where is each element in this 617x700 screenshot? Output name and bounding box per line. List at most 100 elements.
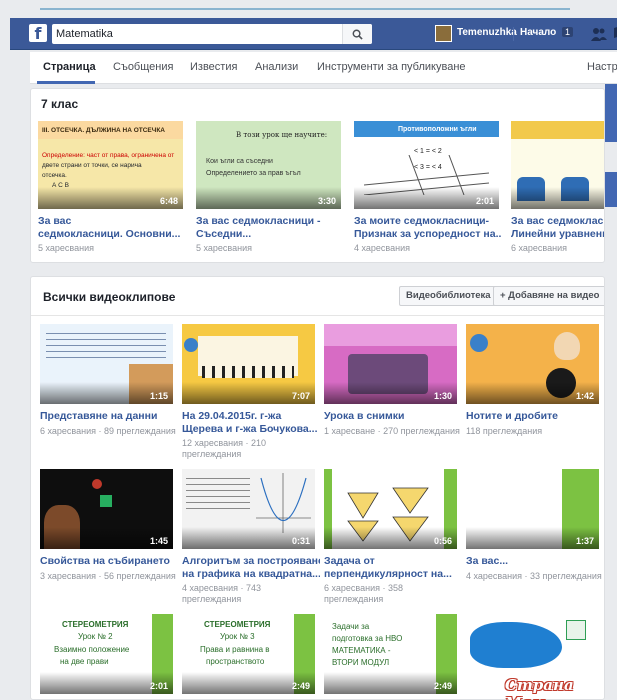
- video-item[interactable]: 7:07 На 29.04.2015г. г-жа Щерева и г-жа …: [182, 324, 318, 459]
- video-title[interactable]: За вас седмокласни: [511, 215, 604, 228]
- tab-notifications[interactable]: Известия: [190, 61, 237, 73]
- video-duration: 1:30: [433, 391, 452, 401]
- video-item[interactable]: СТЕРЕОМЕТРИЯ Урок № 2 Взаимно положение …: [40, 614, 173, 694]
- video-stats: преглеждания: [324, 594, 384, 604]
- watermark: Страна Мам: [505, 676, 574, 700]
- video-duration: 3:30: [317, 196, 336, 206]
- thumb-line: отсечка.: [42, 172, 67, 179]
- user-avatar[interactable]: [435, 25, 452, 42]
- playlist-video[interactable]: III. ОТСЕЧКА. ДЪЛЖИНА НА ОТСЕЧКА Определ…: [38, 121, 183, 256]
- video-thumbnail[interactable]: [511, 121, 604, 209]
- video-thumbnail[interactable]: 1:37: [466, 469, 599, 549]
- video-title[interactable]: Съседни...: [196, 228, 344, 241]
- user-name-link[interactable]: Temenuzhka: [457, 27, 517, 38]
- thumb-line: на две прави: [60, 657, 109, 666]
- playlist-video[interactable]: В този урок ще научите: Кои ъгли са съсе…: [196, 121, 341, 256]
- facebook-logo-icon[interactable]: f: [29, 24, 47, 43]
- video-thumbnail[interactable]: Противоположни ъгли < 1 = < 2 < 3 = < 4 …: [354, 121, 499, 209]
- video-item[interactable]: 1:15 Представяне на данни 6 харесвания ·…: [40, 324, 176, 442]
- thumb-curtain: [324, 324, 457, 346]
- video-title[interactable]: Свойства на събирането: [40, 555, 180, 568]
- video-thumbnail[interactable]: 1:42: [466, 324, 599, 404]
- video-title[interactable]: За вас седмокласници -: [196, 215, 344, 228]
- video-stats: преглеждания: [182, 449, 242, 459]
- video-title[interactable]: Урока в снимки: [324, 410, 464, 423]
- video-thumbnail[interactable]: 1:15: [40, 324, 173, 404]
- search-icon: [352, 29, 363, 40]
- tab-page[interactable]: Страница: [43, 61, 96, 73]
- video-title[interactable]: На 29.04.2015г. г-жа: [182, 410, 320, 423]
- video-title[interactable]: на графика на квадратна...: [182, 568, 320, 581]
- playlist-title[interactable]: 7 клас: [41, 97, 78, 111]
- video-thumbnail[interactable]: В този урок ще научите: Кои ъгли са съсе…: [196, 121, 341, 209]
- video-title[interactable]: Признак за успоредност на...: [354, 228, 502, 241]
- video-library-button[interactable]: Видеобиблиотека: [399, 286, 498, 306]
- video-title[interactable]: Алгоритъм за построяване: [182, 555, 320, 568]
- video-title[interactable]: Линейни уравнения: [511, 228, 604, 241]
- video-item[interactable]: 0:31 Алгоритъм за построяване на графика…: [182, 469, 320, 604]
- video-thumbnail[interactable]: СТЕРЕОМЕТРИЯ Урок № 3 Права и равнина в …: [182, 614, 315, 694]
- video-item[interactable]: 0:56 Задача от перпендикулярност на... 6…: [324, 469, 457, 604]
- video-title[interactable]: седмокласници. Основни...: [38, 228, 186, 241]
- video-item[interactable]: 1:42 Нотите и дробите 118 преглеждания: [466, 324, 599, 442]
- video-thumbnail[interactable]: 1:45: [40, 469, 173, 549]
- video-title[interactable]: Задача от: [324, 555, 462, 568]
- video-duration: 6:48: [159, 196, 178, 206]
- video-thumbnail[interactable]: 7:07: [182, 324, 315, 404]
- video-item[interactable]: 1:30 Урока в снимки 1 харесване · 270 пр…: [324, 324, 460, 442]
- home-count-badge: 1: [562, 27, 574, 37]
- video-stats: 3 харесвания · 56 преглеждания: [40, 571, 176, 581]
- thumb-shade: [511, 187, 604, 209]
- thumb-line: МАТЕМАТИКА -: [332, 646, 391, 655]
- video-thumbnail[interactable]: Задачи за подготовка за НВО МАТЕМАТИКА -…: [324, 614, 457, 694]
- search-box[interactable]: [52, 24, 372, 44]
- thumb-logo: [566, 620, 586, 640]
- video-duration: 0:56: [433, 536, 452, 546]
- video-duration: 1:45: [149, 536, 168, 546]
- thumb-notes: [202, 366, 294, 378]
- video-item[interactable]: Задачи за подготовка за НВО МАТЕМАТИКА -…: [324, 614, 457, 694]
- home-link[interactable]: Начало: [520, 27, 556, 38]
- tab-insights[interactable]: Анализи: [255, 61, 298, 73]
- thumb-line: Урок № 2: [78, 632, 113, 641]
- video-thumbnail[interactable]: 1:30: [324, 324, 457, 404]
- video-title[interactable]: За вас...: [466, 555, 602, 568]
- video-title[interactable]: За вас: [38, 215, 186, 228]
- add-video-button[interactable]: + Добавяне на видео: [493, 286, 604, 306]
- video-item[interactable]: СТЕРЕОМЕТРИЯ Урок № 3 Права и равнина в …: [182, 614, 315, 694]
- thumb-text-lines: [46, 328, 166, 362]
- playlist-video[interactable]: Противоположни ъгли < 1 = < 2 < 3 = < 4 …: [354, 121, 502, 256]
- search-button[interactable]: [342, 24, 372, 44]
- video-item[interactable]: 1:37 За вас... 4 харесвания · 33 преглеж…: [466, 469, 602, 587]
- video-item[interactable]: 1:45 Свойства на събирането 3 харесвания…: [40, 469, 176, 587]
- video-title[interactable]: Щерева и г-жа Бочукова...: [182, 423, 320, 436]
- thumb-line: Определение: част от права, ограничена о…: [42, 152, 175, 159]
- tab-messages[interactable]: Съобщения: [113, 61, 173, 73]
- video-thumbnail[interactable]: СТЕРЕОМЕТРИЯ Урок № 2 Взаимно положение …: [40, 614, 173, 694]
- thumb-line: Кои ъгли са съседни: [206, 158, 273, 165]
- video-duration: 1:37: [575, 536, 594, 546]
- video-thumbnail[interactable]: 0:31: [182, 469, 315, 549]
- video-title[interactable]: Представяне на данни: [40, 410, 180, 423]
- video-title[interactable]: перпендикулярност на...: [324, 568, 462, 581]
- right-edge-strip: [605, 84, 617, 142]
- video-stats: 6 харесвания · 89 преглеждания: [40, 426, 176, 436]
- video-duration: 1:15: [149, 391, 168, 401]
- video-thumbnail[interactable]: 0:56: [324, 469, 457, 549]
- playlist-video[interactable]: За вас седмокласни Линейни уравнения 6 х…: [511, 121, 604, 256]
- thumb-line: СТЕРЕОМЕТРИЯ: [204, 620, 271, 629]
- video-title[interactable]: Нотите и дробите: [466, 410, 602, 423]
- video-thumbnail[interactable]: III. ОТСЕЧКА. ДЪЛЖИНА НА ОТСЕЧКА Определ…: [38, 121, 183, 209]
- video-title[interactable]: За моите седмокласници-: [354, 215, 502, 228]
- video-stats: 6 харесвания · 358: [324, 583, 403, 593]
- friend-requests-icon[interactable]: [590, 26, 608, 42]
- right-edge-strip: [605, 172, 617, 207]
- tab-settings[interactable]: Настрой: [587, 61, 617, 73]
- thumb-line: СТЕРЕОМЕТРИЯ: [62, 620, 129, 629]
- playlist-card: 7 клас III. ОТСЕЧКА. ДЪЛЖИНА НА ОТСЕЧКА …: [30, 88, 605, 263]
- video-duration: 2:49: [291, 681, 310, 691]
- tab-publishing-tools[interactable]: Инструменти за публикуване: [317, 61, 466, 73]
- search-input[interactable]: [52, 24, 337, 44]
- video-stats: 4 харесвания · 743: [182, 583, 261, 593]
- video-stats: 1 харесване · 270 преглеждания: [324, 426, 460, 436]
